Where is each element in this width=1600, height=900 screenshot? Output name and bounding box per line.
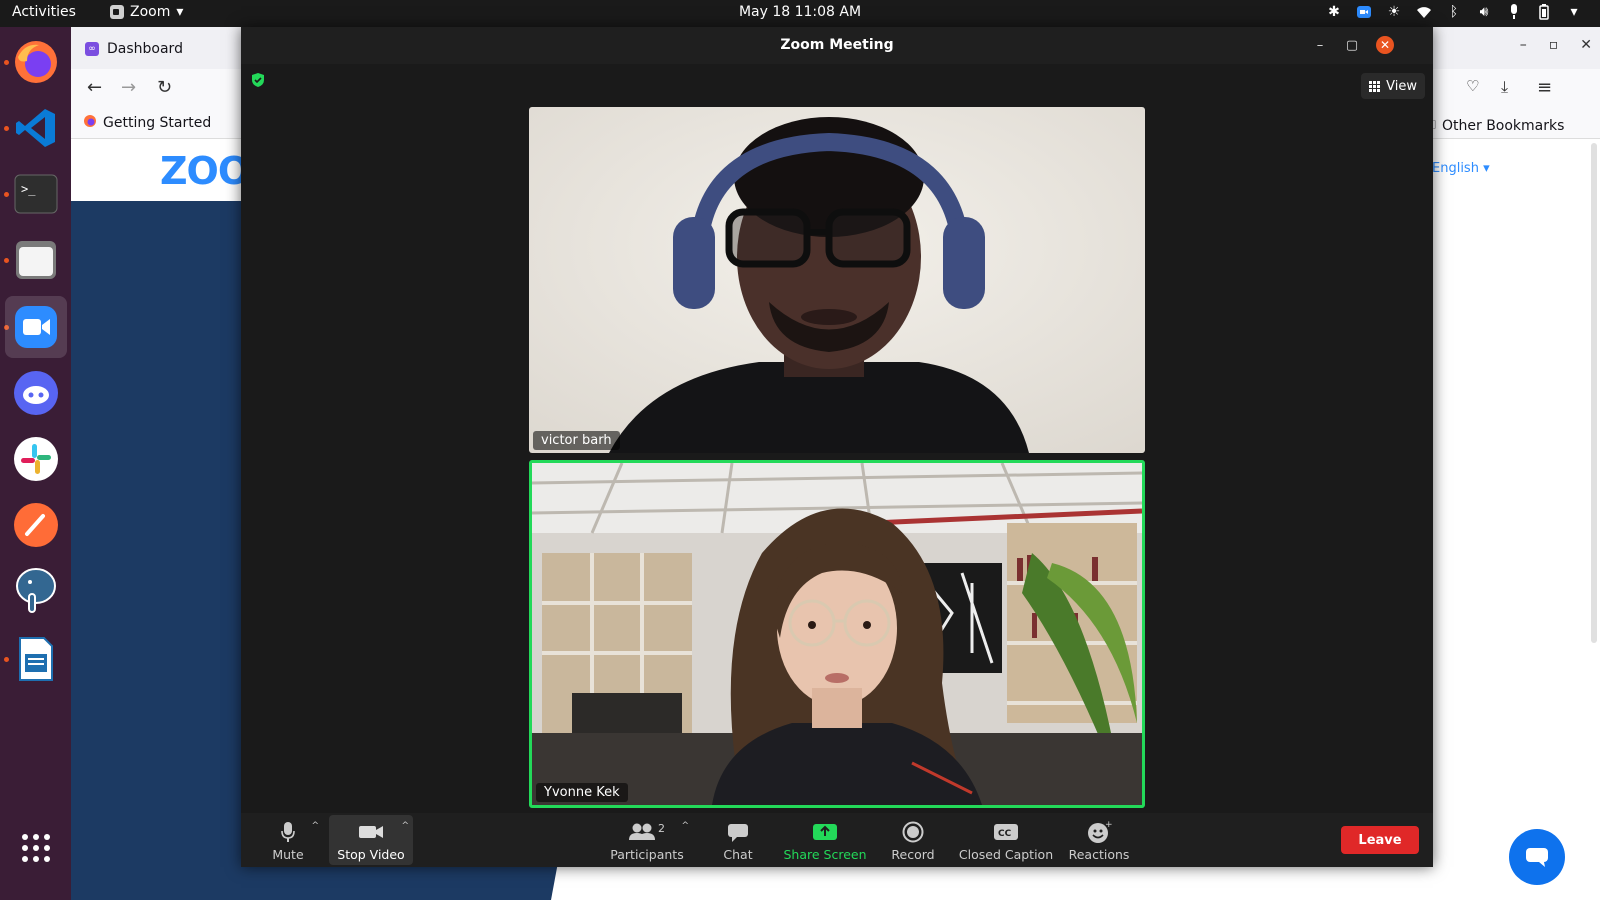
zoom-icon[interactable]	[5, 296, 67, 358]
tab-favicon-icon: ∞	[85, 42, 99, 56]
encryption-shield-icon[interactable]	[251, 72, 265, 92]
svg-text:>_: >_	[21, 182, 36, 196]
participant-video-feed	[532, 463, 1142, 805]
participants-label: Participants	[610, 847, 684, 862]
meeting-controls-bar: Mute ^ Stop Video ^ 2 Participants ^ Cha…	[241, 813, 1433, 867]
participant-name: Yvonne Kek	[544, 785, 620, 800]
pocket-icon[interactable]: ♡	[1466, 77, 1479, 95]
app-grid-icon[interactable]	[5, 817, 67, 879]
firefox-small-icon	[83, 114, 97, 132]
stop-video-label: Stop Video	[337, 847, 405, 862]
brightness-icon[interactable]: ☀	[1386, 4, 1402, 20]
chat-label: Chat	[723, 847, 753, 862]
participant-name-tag: Yvonne Kek	[536, 783, 628, 802]
mute-label: Mute	[272, 847, 304, 862]
bookmark-getting-started[interactable]: Getting Started	[83, 114, 211, 132]
minimize-icon[interactable]: –	[1520, 37, 1527, 53]
share-screen-label: Share Screen	[783, 847, 867, 862]
downloads-icon[interactable]: ⤓	[1501, 77, 1508, 97]
browser-tab[interactable]: ∞ Dashboard	[79, 34, 259, 64]
bookmark-label: Other Bookmarks	[1442, 118, 1565, 134]
slack-tray-icon[interactable]: ✱	[1326, 4, 1342, 20]
window-title: Zoom Meeting	[780, 37, 894, 53]
chat-icon	[727, 819, 749, 845]
bookmark-label: Getting Started	[103, 115, 212, 131]
language-label: English	[1432, 161, 1479, 176]
view-label: View	[1386, 78, 1417, 94]
record-button[interactable]: Record	[890, 815, 936, 865]
system-tray[interactable]: ✱ ☀ ᛒ 🔊︎ ▾	[1326, 4, 1582, 20]
stop-video-button[interactable]: Stop Video ^	[329, 815, 413, 865]
chat-bubble-icon	[1526, 848, 1548, 867]
video-camera-icon	[358, 819, 384, 845]
reactions-smiley-icon: +	[1086, 819, 1112, 845]
minimize-icon[interactable]: –	[1311, 36, 1329, 54]
back-arrow-icon[interactable]: ←	[87, 77, 102, 98]
dock: >_	[0, 27, 71, 900]
svg-text:2: 2	[658, 822, 665, 835]
reload-icon[interactable]: ↻	[157, 77, 172, 98]
closed-caption-icon: CC	[994, 819, 1018, 845]
bluetooth-icon[interactable]: ᛒ	[1446, 4, 1462, 20]
zoom-title-bar[interactable]: Zoom Meeting – ▢ ✕	[241, 27, 1433, 64]
files-icon[interactable]	[5, 229, 67, 291]
zoom-meeting-window: Zoom Meeting – ▢ ✕ View victor barh Yvon…	[241, 27, 1433, 867]
reactions-button[interactable]: + Reactions	[1068, 815, 1130, 865]
writer-icon[interactable]	[5, 628, 67, 690]
battery-icon[interactable]	[1536, 4, 1552, 20]
close-icon[interactable]: ✕	[1580, 37, 1592, 53]
participants-icon: 2	[627, 819, 667, 845]
volume-icon[interactable]: 🔊︎	[1476, 4, 1492, 20]
page-scrollbar[interactable]	[1591, 143, 1597, 643]
microphone-icon	[281, 819, 295, 845]
view-button[interactable]: View	[1361, 73, 1425, 99]
svg-text:CC: CC	[998, 829, 1012, 839]
vscode-icon[interactable]	[5, 97, 67, 159]
power-menu-icon[interactable]: ▾	[1566, 4, 1582, 20]
share-screen-button[interactable]: Share Screen	[783, 815, 867, 865]
closed-caption-button[interactable]: CC Closed Caption	[958, 815, 1054, 865]
language-select[interactable]: English ▾	[1432, 161, 1490, 176]
grid-icon	[1369, 80, 1381, 92]
postgres-icon[interactable]	[5, 560, 67, 622]
mute-options-caret-icon[interactable]: ^	[311, 821, 319, 831]
video-tile-active-speaker[interactable]: Yvonne Kek	[529, 460, 1145, 808]
participant-name-tag: victor barh	[533, 431, 620, 450]
mute-button[interactable]: Mute ^	[267, 815, 319, 865]
maximize-icon[interactable]: ▢	[1343, 36, 1361, 54]
slack-icon[interactable]	[5, 428, 67, 490]
close-icon[interactable]: ✕	[1376, 36, 1394, 54]
zoom-tray-icon[interactable]	[1356, 4, 1372, 20]
terminal-icon[interactable]: >_	[5, 163, 67, 225]
chat-button[interactable]: Chat	[722, 815, 754, 865]
clock[interactable]: May 18 11:08 AM	[739, 4, 861, 20]
participant-video-feed	[529, 107, 1145, 453]
participants-button[interactable]: 2 Participants ^	[610, 815, 689, 865]
reactions-label: Reactions	[1068, 847, 1130, 862]
postman-icon[interactable]	[5, 494, 67, 556]
video-options-caret-icon[interactable]: ^	[401, 821, 409, 831]
participant-name: victor barh	[541, 433, 612, 448]
closed-caption-label: Closed Caption	[958, 847, 1054, 862]
leave-meeting-button[interactable]: Leave	[1341, 826, 1419, 854]
participants-options-caret-icon[interactable]: ^	[681, 821, 689, 831]
wifi-icon[interactable]	[1416, 4, 1432, 20]
discord-icon[interactable]	[5, 362, 67, 424]
support-chat-button[interactable]	[1509, 829, 1565, 885]
share-screen-icon	[813, 819, 837, 845]
microphone-icon[interactable]	[1506, 4, 1522, 20]
tab-title: Dashboard	[107, 41, 183, 57]
bookmark-other[interactable]: 🗀︎ Other Bookmarks	[1422, 114, 1564, 138]
system-top-bar: Activities Zoom ▾ May 18 11:08 AM ✱ ☀ ᛒ …	[0, 0, 1600, 27]
record-icon	[902, 819, 924, 845]
firefox-icon[interactable]	[5, 31, 67, 93]
record-label: Record	[891, 847, 935, 862]
restore-icon[interactable]: ▫	[1549, 37, 1559, 53]
menu-icon[interactable]: ≡	[1537, 77, 1552, 98]
video-tile[interactable]: victor barh	[529, 107, 1145, 453]
svg-text:+: +	[1105, 820, 1112, 830]
forward-arrow-icon[interactable]: →	[121, 77, 136, 98]
